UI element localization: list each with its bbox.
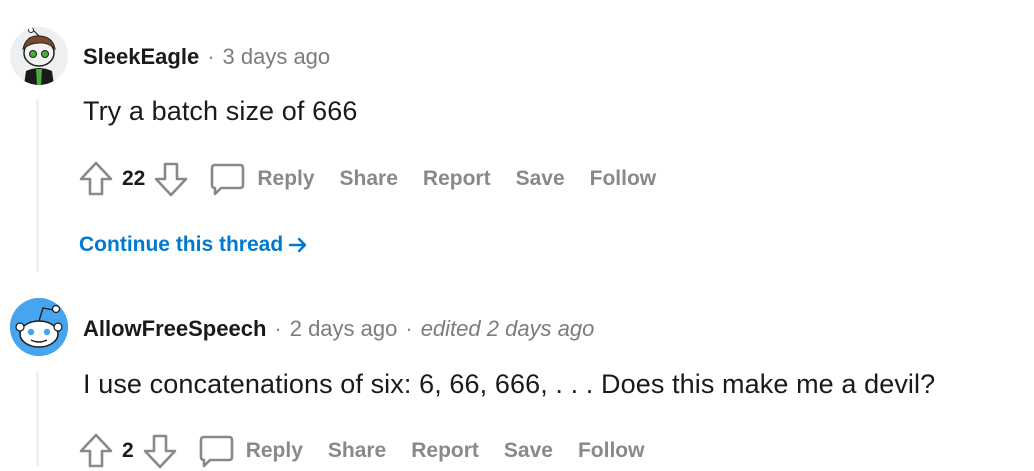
reply-label[interactable]: Reply (257, 167, 314, 191)
reply-button[interactable]: Reply (207, 159, 315, 199)
upvote-button[interactable] (78, 431, 114, 471)
save-button[interactable]: Save (516, 167, 565, 191)
reply-button[interactable]: Reply (196, 431, 303, 471)
downvote-icon (143, 434, 176, 469)
thread-line[interactable] (36, 371, 39, 466)
follow-button[interactable]: Follow (590, 167, 657, 191)
continue-thread-label: Continue this thread (79, 233, 284, 256)
comment-bubble-icon (211, 163, 245, 196)
author-name[interactable]: SleekEagle (83, 44, 199, 70)
comment-bubble-icon (199, 435, 233, 468)
share-button[interactable]: Share (328, 439, 386, 463)
separator-dot: · (274, 316, 282, 341)
vote-score: 2 (122, 439, 134, 462)
avatar-icon (10, 298, 68, 356)
comment-meta: SleekEagle · 3 days ago (83, 44, 330, 70)
thread-line[interactable] (36, 100, 39, 272)
upvote-icon (79, 161, 113, 196)
user-avatar[interactable] (10, 298, 68, 356)
edited-timestamp: edited 2 days ago (420, 316, 595, 341)
downvote-button[interactable] (153, 159, 189, 199)
comment-actions: 2 Reply Share Report Save Follow (78, 431, 644, 471)
separator-dot: · (405, 316, 413, 341)
downvote-button[interactable] (142, 431, 178, 471)
save-button[interactable]: Save (504, 439, 553, 463)
arrow-right-icon (288, 237, 307, 253)
avatar-icon (10, 27, 68, 85)
user-avatar[interactable] (10, 27, 68, 85)
downvote-icon (155, 162, 188, 197)
vote-score: 22 (122, 167, 146, 190)
timestamp[interactable]: 2 days ago (290, 316, 398, 342)
comment-body: Try a batch size of 666 (83, 96, 358, 126)
share-button[interactable]: Share (340, 167, 398, 191)
upvote-button[interactable] (78, 159, 114, 199)
timestamp[interactable]: 3 days ago (223, 44, 331, 70)
report-button[interactable]: Report (411, 439, 479, 463)
reply-label[interactable]: Reply (246, 439, 303, 463)
author-name[interactable]: AllowFreeSpeech (83, 316, 266, 342)
upvote-icon (79, 433, 113, 468)
separator-dot: · (207, 44, 215, 69)
comment-body: I use concatenations of six: 6, 66, 666,… (83, 369, 936, 399)
report-button[interactable]: Report (423, 167, 491, 191)
comment-actions: 22 Reply Share Report Save Follow (78, 159, 656, 199)
follow-button[interactable]: Follow (578, 439, 645, 463)
comment-meta: AllowFreeSpeech · 2 days ago · edited 2 … (83, 316, 594, 342)
continue-thread-link[interactable]: Continue this thread (79, 233, 308, 257)
